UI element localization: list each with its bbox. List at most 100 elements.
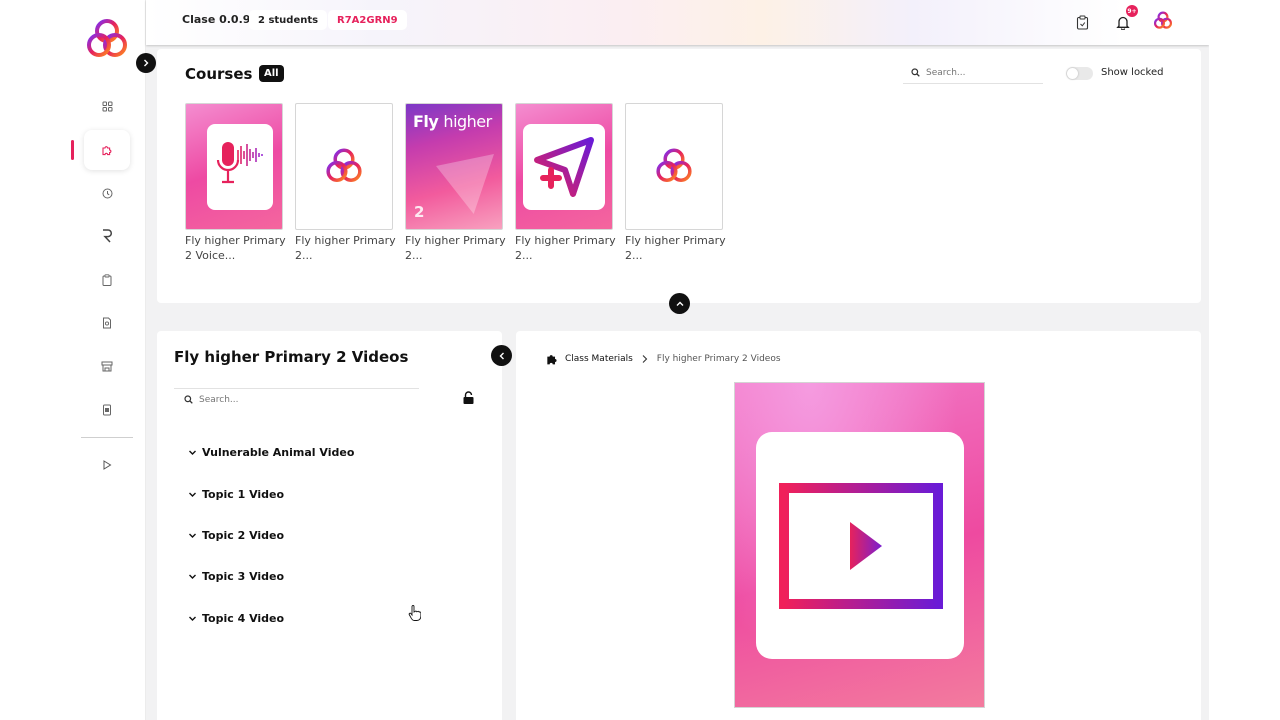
course-card[interactable]: Fly higher Primary 2...: [295, 103, 396, 263]
courses-search-input[interactable]: [926, 67, 1026, 78]
breadcrumb-class-materials[interactable]: Class Materials: [565, 354, 633, 364]
clipboard-icon: [102, 274, 112, 286]
course-thumbnail: Fly higher 2: [405, 103, 503, 230]
file-icon: [103, 404, 111, 416]
video-play-icon: [779, 482, 943, 609]
course-title: Fly higher Primary 2...: [625, 234, 726, 262]
video-thumbnail[interactable]: [734, 382, 985, 708]
play-icon: [103, 460, 112, 470]
grid-icon: [102, 101, 112, 111]
microphone-icon: [216, 142, 263, 184]
plus-send-icon: [534, 137, 594, 197]
hand-cursor-icon: [408, 605, 421, 621]
sidebar-item-assignments[interactable]: [84, 260, 130, 300]
chevron-right-icon: [144, 59, 149, 67]
content-panel: Class Materials Fly higher Primary 2 Vid…: [516, 331, 1201, 720]
puzzle-icon: [547, 355, 557, 365]
sidebar-item-dashboard[interactable]: [84, 86, 130, 126]
courses-filter-chip[interactable]: All: [259, 65, 284, 82]
topic-label: Topic 1 Video: [202, 488, 285, 501]
topic-label: Vulnerable Animal Video: [202, 446, 355, 459]
topic-item[interactable]: Topic 1 Video: [188, 488, 284, 501]
topic-search-input[interactable]: [199, 394, 299, 405]
page-margin: [1209, 0, 1280, 720]
breadcrumb-current: Fly higher Primary 2 Videos: [656, 354, 781, 364]
topic-label: Topic 3 Video: [202, 570, 285, 583]
sidebar-item-reading[interactable]: [84, 216, 130, 256]
topic-search[interactable]: [174, 388, 419, 410]
paper-plane-shape: [436, 154, 494, 214]
course-thumbnail: [625, 103, 723, 230]
topic-item[interactable]: Topic 4 Video: [188, 612, 284, 625]
chevron-right-icon: [642, 355, 648, 363]
collapse-topics-button[interactable]: [491, 345, 512, 366]
video-icon-card: [756, 432, 964, 659]
topic-item[interactable]: Topic 2 Video: [188, 529, 284, 542]
course-card[interactable]: Fly higher 2 Fly higher Primary 2...: [405, 103, 506, 263]
app-version: Clase 0.0.9: [182, 13, 251, 26]
courses-search[interactable]: [903, 62, 1043, 84]
sidebar-divider: [81, 437, 133, 438]
students-count-pill[interactable]: 2 students: [249, 10, 328, 30]
courses-title: Courses: [185, 65, 253, 83]
course-title: Fly higher Primary 2 Voice...: [185, 234, 286, 262]
search-icon: [184, 395, 193, 404]
notification-badge: 9+: [1126, 5, 1138, 17]
bell-icon: [1116, 16, 1130, 30]
show-locked-toggle[interactable]: [1066, 67, 1093, 80]
collapse-courses-button[interactable]: [669, 293, 690, 314]
course-thumbnail: [185, 103, 283, 230]
topic-label: Topic 2 Video: [202, 529, 285, 542]
course-title: Fly higher Primary 2...: [295, 234, 396, 262]
unlock-icon[interactable]: [462, 391, 475, 405]
topics-panel: Fly higher Primary 2 Videos Vulnerable A…: [157, 331, 502, 720]
topic-item[interactable]: Vulnerable Animal Video: [188, 446, 354, 459]
book-cover-level: 2: [414, 203, 425, 221]
course-card[interactable]: Fly higher Primary 2...: [625, 103, 726, 263]
topic-label: Topic 4 Video: [202, 612, 285, 625]
breadcrumb: Class Materials Fly higher Primary 2 Vid…: [545, 352, 781, 366]
sidebar-item-history[interactable]: [84, 173, 130, 213]
sidebar: [0, 0, 156, 720]
chevron-down-icon: [189, 492, 196, 497]
document-search-icon: [103, 317, 111, 329]
app-logo[interactable]: [82, 15, 132, 65]
topics-title: Fly higher Primary 2 Videos: [174, 348, 409, 366]
sidebar-item-files[interactable]: [84, 390, 130, 430]
course-card[interactable]: Fly higher Primary 2 Voice...: [185, 103, 286, 263]
course-card[interactable]: Fly higher Primary 2...: [515, 103, 616, 263]
active-indicator: [71, 140, 74, 160]
book-cover-title: Fly higher: [413, 112, 492, 131]
app-logo: [656, 148, 692, 182]
sidebar-item-reports[interactable]: [84, 303, 130, 343]
top-bar: Clase 0.0.9 2 students R7A2GRN9 9+: [146, 0, 1209, 45]
r-letter-icon: [103, 229, 112, 243]
sidebar-item-materials[interactable]: [84, 130, 130, 170]
sidebar-item-store[interactable]: [84, 346, 130, 386]
store-icon: [101, 361, 113, 371]
course-title: Fly higher Primary 2...: [405, 234, 506, 262]
avatar[interactable]: [1152, 10, 1174, 32]
clock-icon: [102, 188, 112, 198]
topic-item[interactable]: Topic 3 Video: [188, 570, 284, 583]
chevron-down-icon: [189, 574, 196, 579]
course-title: Fly higher Primary 2...: [515, 234, 616, 262]
chevron-down-icon: [189, 533, 196, 538]
assignments-button[interactable]: [1072, 12, 1092, 32]
show-locked-label: Show locked: [1101, 67, 1164, 78]
chevron-up-icon: [676, 301, 683, 306]
course-thumbnail: [515, 103, 613, 230]
courses-panel: Courses All Show locked: [157, 49, 1201, 303]
chevron-down-icon: [189, 450, 196, 455]
course-thumbnail: [295, 103, 393, 230]
sidebar-collapse-button[interactable]: [136, 53, 156, 73]
app-window: Clase 0.0.9 2 students R7A2GRN9 9+ Cours…: [0, 0, 1209, 720]
chevron-down-icon: [189, 616, 196, 621]
search-icon: [911, 68, 920, 77]
app-logo: [326, 148, 362, 182]
class-code-pill[interactable]: R7A2GRN9: [328, 10, 407, 30]
puzzle-icon: [102, 146, 112, 156]
sidebar-item-present[interactable]: [84, 445, 130, 485]
chevron-left-icon: [499, 352, 504, 359]
clipboard-icon: [1076, 15, 1088, 30]
